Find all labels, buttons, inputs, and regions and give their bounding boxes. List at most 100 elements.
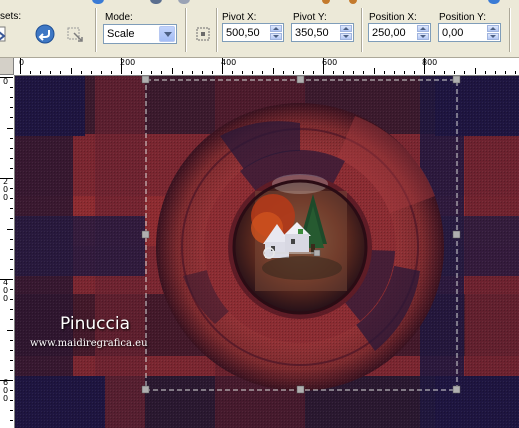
presets-dropdown[interactable]	[0, 24, 12, 46]
ruler-tick	[383, 71, 385, 74]
ruler-tick	[10, 369, 13, 371]
ruler-tick	[10, 258, 13, 260]
ruler-tick	[201, 71, 203, 74]
increment-icon[interactable]	[270, 25, 282, 32]
ruler-tick	[10, 268, 13, 270]
ruler-label: 600	[322, 58, 338, 67]
separator	[509, 8, 511, 52]
ruler-tick	[343, 71, 345, 74]
position-x-label: Position X:	[369, 12, 417, 23]
position-y-label: Position Y:	[439, 12, 487, 23]
ruler-tick	[10, 137, 13, 139]
decrement-icon[interactable]	[270, 33, 282, 40]
ruler-tick	[10, 400, 13, 402]
ruler-tick	[7, 127, 13, 129]
ruler-tick	[434, 71, 436, 74]
ruler-tick	[0, 178, 13, 179]
ruler-tick	[312, 71, 314, 74]
reset-button[interactable]	[34, 23, 56, 45]
ruler-tick	[70, 68, 72, 74]
ruler-tick	[10, 309, 13, 311]
ruler-tick	[161, 71, 163, 74]
presets-label: sets:	[0, 11, 22, 22]
pivot-x-value: 500,50	[226, 27, 260, 39]
position-x-field[interactable]: 250,00	[368, 23, 431, 42]
increment-icon[interactable]	[487, 25, 499, 32]
ruler-tick	[110, 71, 112, 74]
ruler-tick	[10, 157, 13, 159]
decrement-icon[interactable]	[487, 33, 499, 40]
ruler-tick	[60, 71, 62, 74]
watermark-name: Pinuccia	[60, 314, 130, 334]
deform-icon	[67, 27, 83, 42]
increment-icon[interactable]	[340, 25, 352, 32]
ruler-tick	[10, 147, 13, 149]
ruler-tick	[131, 71, 133, 74]
ruler-tick	[474, 68, 476, 74]
pivot-x-field[interactable]: 500,50	[222, 23, 284, 42]
ruler-tick	[514, 71, 516, 74]
ruler-tick	[323, 58, 324, 74]
chevron-down-icon[interactable]	[159, 26, 175, 42]
ruler-tick	[282, 71, 284, 74]
image-canvas[interactable]: Pinuccia www.maidiregrafica.eu	[15, 76, 519, 428]
ruler-tick	[272, 68, 274, 74]
position-y-spinner[interactable]	[487, 25, 499, 40]
position-x-spinner[interactable]	[417, 25, 429, 40]
increment-icon[interactable]	[417, 25, 429, 32]
ruler-tick	[494, 71, 496, 74]
ruler-label: 0	[3, 394, 9, 403]
ruler-tick	[171, 68, 173, 74]
ruler-tick	[211, 71, 213, 74]
ruler-tick	[10, 349, 13, 351]
ruler-tick	[80, 71, 82, 74]
ruler-tick	[10, 87, 13, 89]
ruler-tick	[424, 58, 425, 74]
ruler-tick	[10, 390, 13, 392]
ruler-tick	[40, 71, 42, 74]
mode-label: Mode:	[105, 12, 133, 23]
position-x-value: 250,00	[372, 27, 406, 39]
pivot-x-spinner[interactable]	[270, 25, 282, 40]
ruler-tick	[141, 71, 143, 74]
ruler-tick	[10, 410, 13, 412]
ruler-tick	[363, 71, 365, 74]
watermark-url: www.maidiregrafica.eu	[30, 338, 148, 349]
horizontal-ruler[interactable]: 0 200 400 600 800	[14, 58, 519, 76]
ruler-tick	[302, 71, 304, 74]
center-pivot-button[interactable]	[193, 23, 215, 45]
position-y-value: 0,00	[442, 27, 464, 39]
ruler-tick	[504, 71, 506, 74]
ruler-tick	[454, 71, 456, 74]
separator	[361, 8, 363, 52]
ruler-tick	[20, 58, 21, 74]
decrement-icon[interactable]	[417, 33, 429, 40]
mode-select[interactable]: Scale	[103, 24, 177, 44]
position-y-field[interactable]: 0,00	[438, 23, 501, 42]
artwork	[15, 76, 519, 428]
ruler-tick	[90, 71, 92, 74]
top-icon-strip	[0, 0, 519, 4]
apply-button[interactable]	[64, 23, 86, 45]
undo-arrow-icon	[35, 24, 55, 44]
ruler-tick	[10, 420, 13, 422]
tool-options-bar: sets: Mode: Scale Pivot X: 500,50 Pivot …	[0, 0, 519, 58]
decrement-icon[interactable]	[340, 33, 352, 40]
ruler-tick	[151, 71, 153, 74]
vertical-ruler[interactable]: 0 2 0 0 4 0 0 6 0 0	[0, 75, 15, 428]
separator	[185, 8, 187, 52]
mode-value: Scale	[107, 28, 135, 40]
ruler-tick	[0, 380, 13, 381]
ruler-tick	[413, 71, 415, 74]
ruler-tick	[353, 71, 355, 74]
ruler-tick	[262, 71, 264, 74]
pivot-icon	[196, 27, 210, 41]
pivot-y-spinner[interactable]	[340, 25, 352, 40]
ruler-tick	[191, 71, 193, 74]
ruler-tick	[222, 58, 223, 74]
ruler-tick	[0, 77, 13, 78]
ruler-tick	[10, 208, 13, 210]
pivot-y-field[interactable]: 350,50	[291, 23, 354, 42]
ruler-tick	[10, 359, 13, 361]
ruler-tick	[10, 339, 13, 341]
